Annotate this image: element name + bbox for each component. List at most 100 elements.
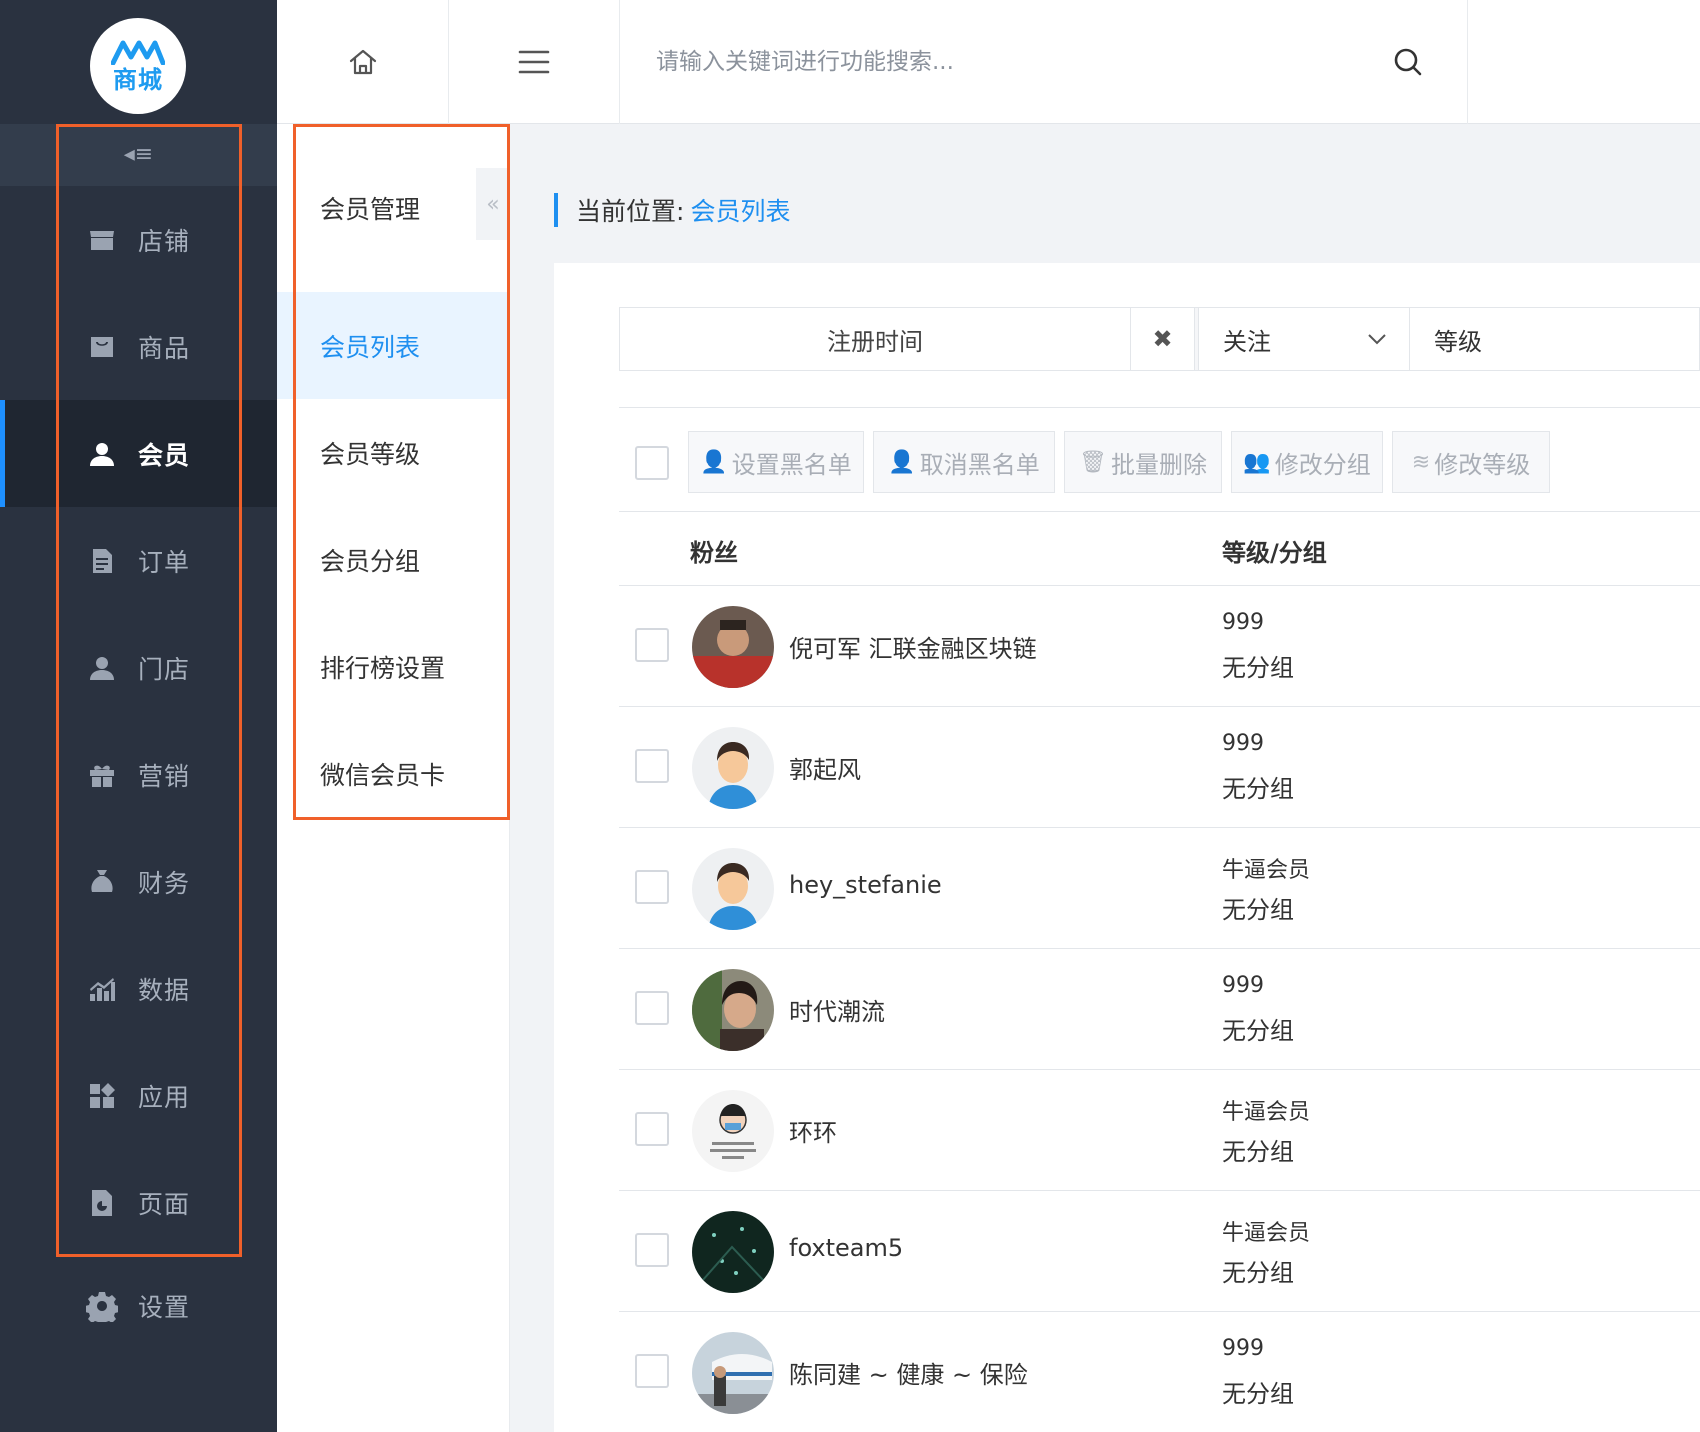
- double-chevron-left-icon: «: [486, 191, 500, 217]
- member-level: 999: [1222, 973, 1264, 998]
- member-group: 无分组: [1222, 775, 1294, 803]
- level-select[interactable]: 等级: [1410, 308, 1699, 370]
- avatar[interactable]: [692, 969, 774, 1051]
- sidebar-item-data[interactable]: 数据: [0, 935, 277, 1042]
- set-blacklist-label: 设置黑名单: [731, 450, 852, 479]
- member-nickname: foxteam5: [789, 1234, 904, 1262]
- breadcrumb-prefix: 当前位置:: [576, 197, 685, 226]
- search-input[interactable]: [620, 0, 1380, 124]
- sidebar-item-marketing[interactable]: 营销: [0, 721, 277, 828]
- cancel-blacklist-button[interactable]: 👤 取消黑名单: [873, 431, 1055, 493]
- group-icon: 👥: [1243, 449, 1271, 475]
- member-nickname: 陈同建 ~ 健康 ~ 保险: [789, 1361, 1028, 1389]
- member-level: 999: [1222, 731, 1264, 756]
- clear-date-button[interactable]: ✖: [1131, 308, 1195, 370]
- goods-icon: [86, 331, 118, 363]
- table-row: 陈同建 ~ 健康 ~ 保险 999 无分组: [619, 1312, 1700, 1432]
- avatar[interactable]: [692, 1332, 774, 1414]
- member-group: 无分组: [1222, 1259, 1294, 1287]
- set-blacklist-button[interactable]: 👤 设置黑名单: [688, 431, 864, 493]
- table-header: 粉丝 等级/分组: [619, 523, 1700, 585]
- member-level: 牛逼会员: [1222, 1221, 1311, 1246]
- sidebar-item-settings[interactable]: 设置: [0, 1252, 277, 1359]
- member-group: 无分组: [1222, 1138, 1294, 1166]
- sidebar-item-label: 门店: [138, 654, 191, 684]
- member-nickname: 环环: [789, 1119, 837, 1147]
- store-icon: [86, 224, 118, 256]
- sidebar-item-order[interactable]: 订单: [0, 507, 277, 614]
- menu-toggle-button[interactable]: [449, 0, 620, 124]
- submenu-item-member-group[interactable]: 会员分组: [277, 506, 510, 613]
- column-header-fans: 粉丝: [690, 539, 738, 567]
- submenu-item-member-level[interactable]: 会员等级: [277, 399, 510, 506]
- table-row: 郭起风 999 无分组: [619, 707, 1700, 828]
- follow-select[interactable]: 关注: [1199, 308, 1410, 370]
- sidebar-item-store[interactable]: 店铺: [0, 186, 277, 293]
- sidebar-item-label: 页面: [138, 1189, 191, 1219]
- sidebar-item-shop[interactable]: 门店: [0, 614, 277, 721]
- breadcrumb-current[interactable]: 会员列表: [690, 192, 790, 228]
- top-bar: [277, 0, 1700, 124]
- divider: [619, 407, 1700, 408]
- row-checkbox[interactable]: [635, 1112, 669, 1146]
- gift-icon: [86, 759, 118, 791]
- row-checkbox[interactable]: [635, 628, 669, 662]
- table-row: hey_stefanie 牛逼会员 无分组: [619, 828, 1700, 949]
- close-icon: ✖: [1152, 325, 1173, 353]
- avatar[interactable]: [692, 606, 774, 688]
- row-checkbox[interactable]: [635, 870, 669, 904]
- divider: [619, 511, 1700, 512]
- submenu-item-wechat-card[interactable]: 微信会员卡: [277, 720, 510, 827]
- avatar[interactable]: [692, 848, 774, 930]
- money-bag-icon: [86, 866, 118, 898]
- logo[interactable]: 商城: [90, 18, 186, 114]
- member-group: 无分组: [1222, 1380, 1294, 1408]
- table-row: 时代潮流 999 无分组: [619, 949, 1700, 1070]
- row-checkbox[interactable]: [635, 991, 669, 1025]
- row-checkbox[interactable]: [635, 749, 669, 783]
- search-icon[interactable]: [1392, 46, 1424, 78]
- submenu-collapse-button[interactable]: «: [476, 168, 510, 240]
- column-header-level-group: 等级/分组: [1222, 539, 1327, 567]
- sidebar-item-page[interactable]: 页面: [0, 1149, 277, 1256]
- row-checkbox[interactable]: [635, 1354, 669, 1388]
- select-all-checkbox[interactable]: [635, 446, 669, 480]
- row-checkbox[interactable]: [635, 1233, 669, 1267]
- user-unblock-icon: 👤: [888, 449, 916, 475]
- sidebar-item-label: 数据: [138, 975, 191, 1005]
- avatar[interactable]: [692, 1211, 774, 1293]
- avatar[interactable]: [692, 1090, 774, 1172]
- sidebar-item-member[interactable]: 会员: [0, 400, 277, 507]
- batch-delete-label: 批量删除: [1110, 450, 1207, 479]
- register-date-picker[interactable]: 注册时间: [620, 308, 1131, 370]
- avatar[interactable]: [692, 727, 774, 809]
- level-select-value: 等级: [1434, 327, 1482, 356]
- sidebar-item-label: 会员: [138, 440, 191, 470]
- sidebar-nav: 店铺 商品 会员 订单 门店 营销 财务 数据 应用 页面: [0, 186, 277, 1256]
- sidebar-collapse-button[interactable]: ◂≡: [0, 124, 277, 186]
- member-nickname: 时代潮流: [789, 998, 885, 1026]
- member-icon: [86, 438, 118, 470]
- member-group: 无分组: [1222, 1017, 1294, 1045]
- cancel-blacklist-label: 取消黑名单: [919, 450, 1040, 479]
- sidebar-item-label: 应用: [138, 1082, 191, 1112]
- sidebar-item-label: 商品: [138, 333, 191, 363]
- breadcrumb-bar: [554, 193, 558, 227]
- sidebar-item-goods[interactable]: 商品: [0, 293, 277, 400]
- user-block-icon: 👤: [700, 449, 728, 475]
- change-level-button[interactable]: ≋ 修改等级: [1392, 431, 1550, 493]
- table-row: foxteam5 牛逼会员 无分组: [619, 1191, 1700, 1312]
- submenu-item-ranking-settings[interactable]: 排行榜设置: [277, 613, 510, 720]
- content-panel: 注册时间 ✖ 关注 等级 👤 设置黑名单 👤 取消黑名单 🗑 批量删除 👥 修改…: [554, 263, 1700, 1432]
- sidebar-item-finance[interactable]: 财务: [0, 828, 277, 935]
- collapse-menu-icon: ◂≡: [123, 142, 154, 167]
- sidebar-item-label: 营销: [138, 761, 191, 791]
- change-group-button[interactable]: 👥 修改分组: [1231, 431, 1383, 493]
- batch-delete-button[interactable]: 🗑 批量删除: [1064, 431, 1222, 493]
- sidebar-item-apps[interactable]: 应用: [0, 1042, 277, 1149]
- home-button[interactable]: [277, 0, 449, 124]
- breadcrumb: 当前位置: 会员列表: [554, 192, 790, 228]
- sidebar-item-label: 设置: [138, 1292, 191, 1322]
- hamburger-icon: [518, 50, 550, 74]
- submenu-item-member-list[interactable]: 会员列表: [277, 292, 510, 399]
